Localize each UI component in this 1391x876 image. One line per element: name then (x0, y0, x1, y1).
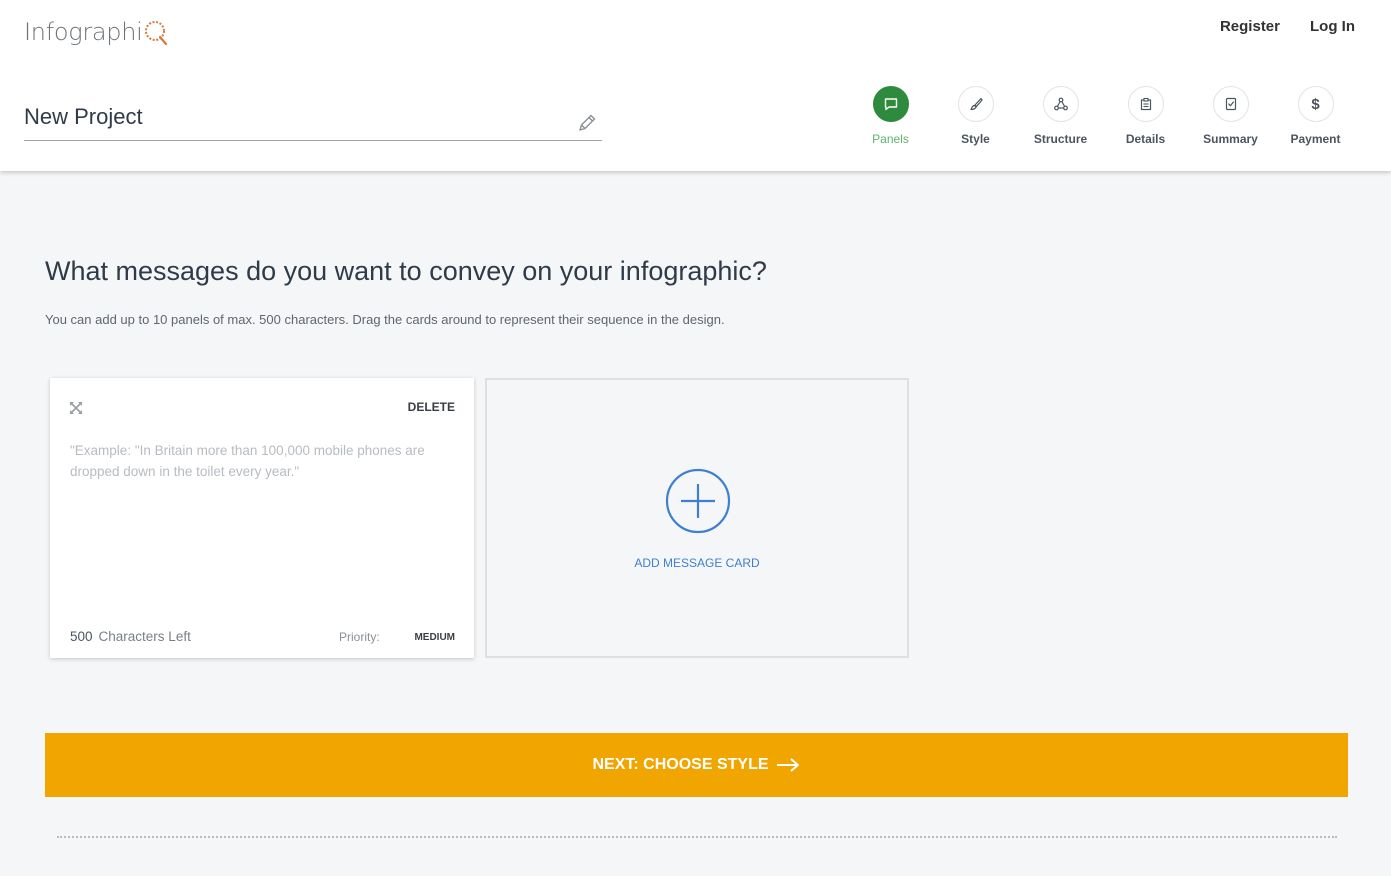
add-message-card-label[interactable]: ADD MESSAGE CARD (487, 556, 907, 570)
step-circle (1212, 86, 1249, 122)
logo-q-mark (144, 18, 168, 46)
pencil-icon[interactable] (576, 112, 598, 134)
section-divider (57, 836, 1337, 838)
dollar-icon: $ (1311, 95, 1320, 113)
step-label: Panels (872, 132, 909, 146)
register-link[interactable]: Register (1220, 18, 1280, 35)
clipboard-list-icon (1140, 97, 1151, 111)
page-subtitle: You can add up to 10 panels of max. 500 … (45, 312, 725, 327)
project-name-field[interactable]: New Project (24, 98, 602, 141)
step-circle (872, 86, 909, 122)
arrow-right-icon (776, 758, 799, 772)
step-panels[interactable]: Panels (848, 86, 933, 146)
step-structure[interactable]: Structure (1018, 86, 1103, 146)
expand-arrows-icon[interactable] (68, 400, 84, 416)
delete-button[interactable]: DELETE (408, 400, 455, 414)
step-circle: $ (1297, 86, 1334, 122)
step-circle (957, 86, 994, 122)
step-details[interactable]: Details (1103, 86, 1188, 146)
priority-selector[interactable]: MEDIUM (414, 632, 455, 643)
next-button-label: NEXT: CHOOSE STYLE (592, 756, 769, 773)
step-label: Payment (1290, 132, 1341, 146)
step-label: Structure (1033, 132, 1088, 146)
step-label: Details (1125, 132, 1166, 146)
app-header: Infographi Register Log In New Project P (0, 0, 1391, 171)
step-label: Summary (1203, 132, 1258, 146)
characters-label: Characters Left (98, 629, 191, 644)
logo-text: Infographi (24, 18, 143, 46)
priority-label: Priority: (339, 630, 380, 644)
network-icon (1053, 97, 1068, 111)
add-circle-icon[interactable] (665, 468, 731, 534)
characters-count: 500 (70, 629, 93, 644)
progress-steps: Panels Style Structure Details Summary $… (848, 86, 1358, 146)
brush-icon (969, 97, 983, 111)
message-textarea[interactable] (70, 440, 454, 590)
step-payment[interactable]: $ Payment (1273, 86, 1358, 146)
step-summary[interactable]: Summary (1188, 86, 1273, 146)
characters-left: 500 Characters Left (70, 629, 191, 644)
step-label: Style (961, 132, 990, 146)
step-style[interactable]: Style (933, 86, 1018, 146)
chat-bubble-icon (884, 98, 897, 111)
step-circle (1042, 86, 1079, 122)
top-nav: Register Log In (1220, 18, 1355, 35)
page-title: What messages do you want to convey on y… (45, 256, 767, 286)
project-name[interactable]: New Project (24, 104, 143, 130)
add-message-card[interactable]: ADD MESSAGE CARD (485, 378, 909, 658)
checklist-icon (1225, 97, 1236, 111)
next-choose-style-button[interactable]: NEXT: CHOOSE STYLE (45, 733, 1348, 797)
login-link[interactable]: Log In (1310, 18, 1355, 35)
message-card[interactable]: DELETE 500 Characters Left Priority: MEDI… (50, 378, 474, 658)
step-circle (1127, 86, 1164, 122)
infographiq-logo[interactable]: Infographi (24, 14, 168, 50)
